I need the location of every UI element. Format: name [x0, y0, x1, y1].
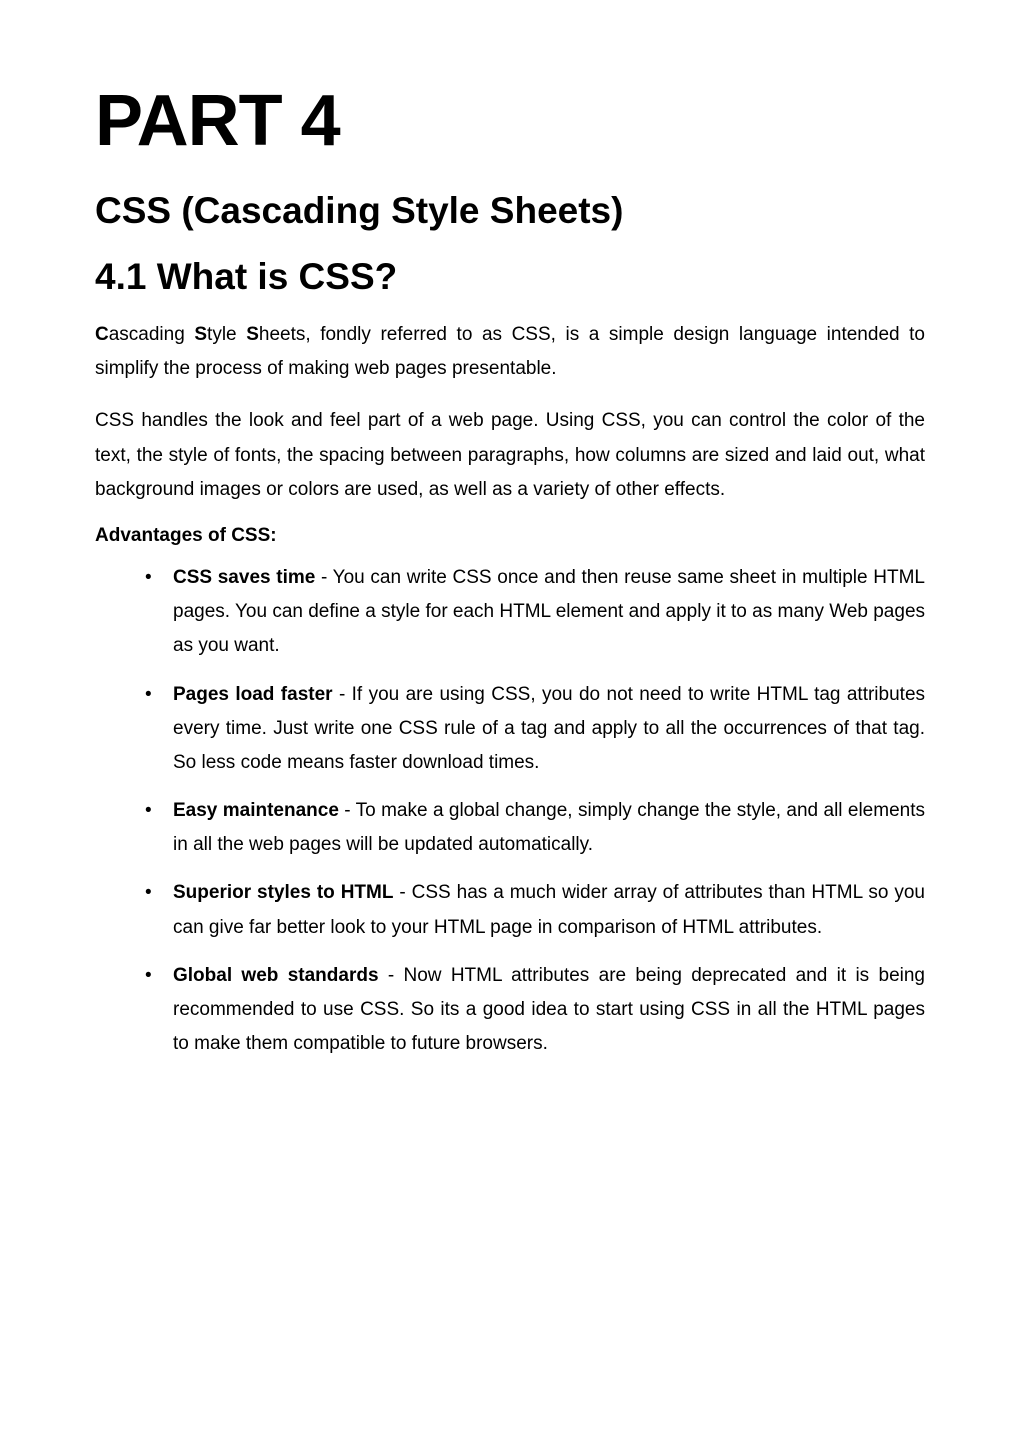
advantage-bold: CSS saves time — [173, 567, 315, 588]
text-tyle: tyle — [207, 324, 246, 345]
paragraph-description: CSS handles the look and feel part of a … — [95, 404, 925, 507]
advantage-bold: Easy maintenance — [173, 800, 339, 821]
advantage-bold: Superior styles to HTML — [173, 882, 393, 903]
list-item: CSS saves time - You can write CSS once … — [145, 561, 925, 664]
section-title: 4.1 What is CSS? — [95, 256, 925, 298]
text-ascading: ascading — [109, 324, 195, 345]
list-item: Global web standards - Now HTML attribut… — [145, 959, 925, 1062]
advantage-bold: Pages load faster — [173, 684, 333, 705]
subtitle: CSS (Cascading Style Sheets) — [95, 190, 925, 232]
bold-s2: S — [246, 324, 259, 345]
advantages-list: CSS saves time - You can write CSS once … — [95, 561, 925, 1061]
bold-c: C — [95, 324, 109, 345]
advantages-heading: Advantages of CSS: — [95, 525, 925, 547]
paragraph-intro: Cascading Style Sheets, fondly referred … — [95, 318, 925, 386]
advantage-bold: Global web standards — [173, 965, 379, 986]
list-item: Easy maintenance - To make a global chan… — [145, 794, 925, 862]
list-item: Superior styles to HTML - CSS has a much… — [145, 876, 925, 944]
bold-s1: S — [194, 324, 207, 345]
part-title: PART 4 — [95, 80, 925, 162]
list-item: Pages load faster - If you are using CSS… — [145, 678, 925, 781]
